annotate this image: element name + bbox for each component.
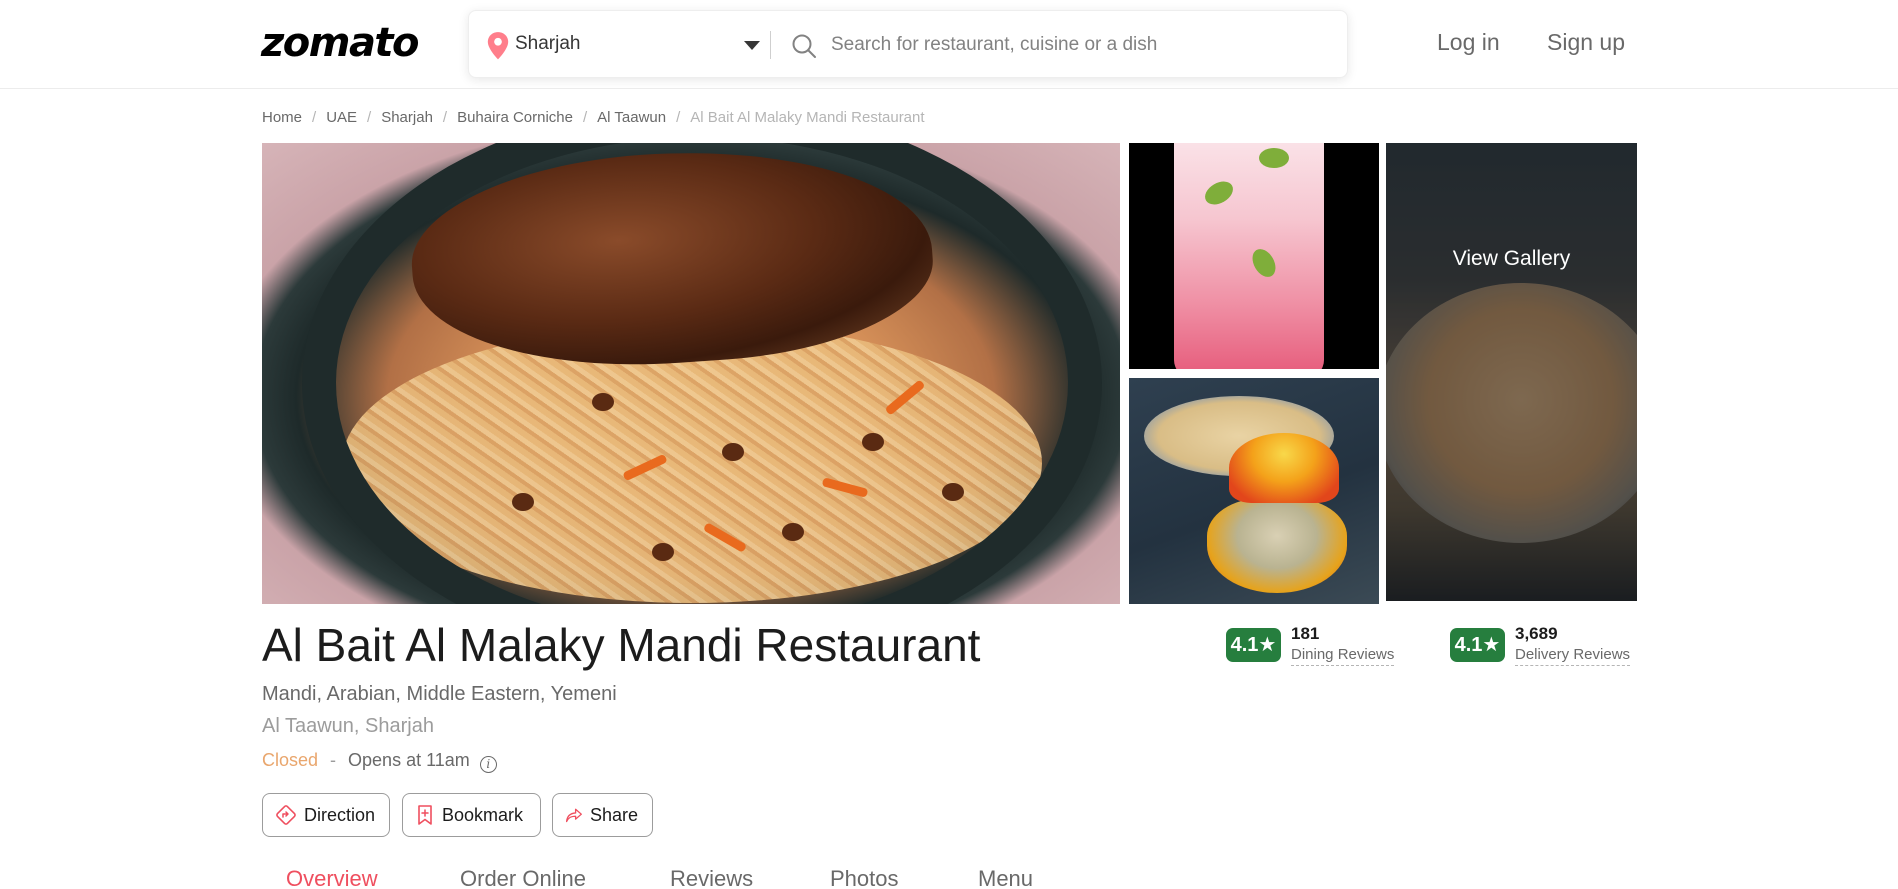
tab-overview[interactable]: Overview (286, 866, 378, 889)
breadcrumb-country[interactable]: UAE (326, 109, 357, 126)
breadcrumb-home[interactable]: Home (262, 109, 302, 126)
photo-detail (1207, 498, 1347, 593)
photo-detail (722, 443, 744, 461)
signup-link[interactable]: Sign up (1547, 29, 1625, 56)
breadcrumb-separator: / (312, 109, 317, 126)
top-header: zomato Sharjah Log in Sign up (0, 0, 1898, 89)
breadcrumb-separator: / (367, 109, 372, 126)
breadcrumb-locality[interactable]: Al Taawun (597, 109, 666, 126)
share-button[interactable]: Share (552, 793, 653, 837)
photo-detail (1229, 433, 1339, 503)
breadcrumb: Home / UAE / Sharjah / Buhaira Corniche / Al Taa… (262, 109, 925, 126)
zomato-logo[interactable]: zomato (261, 20, 420, 66)
view-gallery-tile[interactable]: View Gallery (1386, 143, 1637, 601)
status-badge: Closed (262, 750, 319, 770)
status-separator: - (330, 750, 337, 770)
breadcrumb-separator: / (582, 109, 588, 126)
breadcrumb-current: Al Bait Al Malaky Mandi Restaurant (690, 109, 925, 126)
gallery-overlay (1386, 143, 1637, 601)
direction-label: Direction (303, 804, 375, 825)
restaurant-name: Al Bait Al Malaky Mandi Restaurant (262, 619, 981, 671)
photo-detail (942, 483, 964, 501)
share-icon (565, 808, 582, 823)
photo-detail (592, 393, 614, 411)
search-input[interactable] (831, 27, 1331, 63)
view-gallery-button[interactable]: View Gallery (1386, 247, 1637, 271)
photo-detail (652, 543, 674, 561)
direction-button[interactable]: Direction (262, 793, 390, 837)
tab-menu[interactable]: Menu (978, 866, 1033, 889)
search-icon (792, 34, 816, 58)
dining-reviews-link[interactable]: Dining Reviews (1291, 646, 1395, 666)
drink-photo[interactable] (1129, 143, 1379, 369)
photo-detail (1174, 143, 1324, 369)
search-bar: Sharjah (468, 10, 1348, 78)
photo-detail (862, 433, 884, 451)
tab-order-online[interactable]: Order Online (460, 866, 586, 889)
location-select[interactable]: Sharjah (515, 33, 581, 55)
tab-reviews[interactable]: Reviews (670, 866, 753, 889)
breadcrumb-city[interactable]: Sharjah (381, 109, 433, 126)
breadcrumb-separator: / (676, 109, 681, 126)
delivery-reviews-link[interactable]: Delivery Reviews (1515, 646, 1631, 666)
chevron-down-icon[interactable] (744, 41, 760, 50)
photo-detail (512, 493, 534, 511)
photo-detail (782, 523, 804, 541)
share-label: Share (589, 804, 638, 825)
dining-review-count: 181 (1291, 624, 1320, 643)
mandi-photo[interactable] (1129, 378, 1379, 604)
bookmark-button[interactable]: Bookmark (402, 793, 541, 837)
breadcrumb-area[interactable]: Buhaira Corniche (457, 109, 573, 126)
dining-rating-badge: 4.1★ (1226, 628, 1281, 662)
cuisine-list: Mandi, Arabian, Middle Eastern, Yemeni (262, 683, 617, 705)
opening-hours: Opens at 11am (348, 750, 470, 770)
info-icon[interactable]: i (479, 756, 497, 773)
search-divider (770, 31, 771, 59)
bookmark-icon (418, 805, 432, 825)
location-pin-icon (487, 32, 509, 60)
delivery-review-count: 3,689 (1515, 624, 1558, 643)
main-food-photo[interactable] (262, 143, 1120, 604)
photo-detail (1259, 148, 1289, 168)
tab-photos[interactable]: Photos (830, 866, 899, 889)
bookmark-label: Bookmark (442, 804, 524, 825)
restaurant-locality: Al Taawun, Sharjah (262, 715, 434, 737)
direction-icon (276, 805, 296, 825)
breadcrumb-separator: / (442, 109, 448, 126)
opening-status: Closed - Opens at 11am i (262, 750, 497, 773)
delivery-rating-badge: 4.1★ (1450, 628, 1505, 662)
login-link[interactable]: Log in (1437, 29, 1500, 56)
